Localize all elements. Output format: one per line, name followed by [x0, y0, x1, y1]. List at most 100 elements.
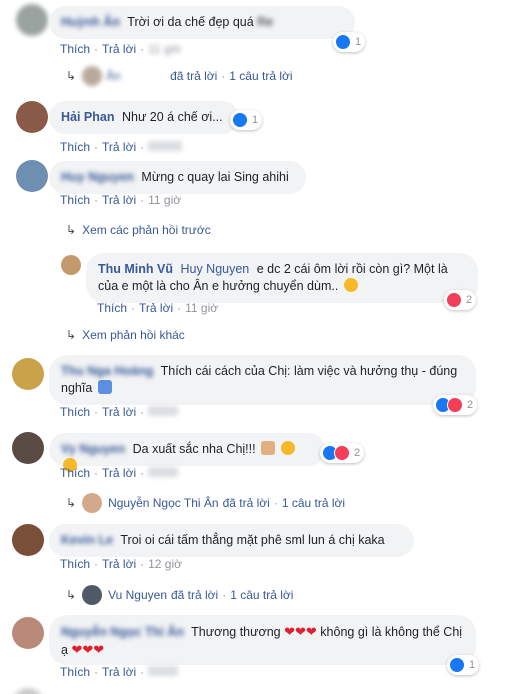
- reply-arrow-icon: ↳: [66, 69, 77, 83]
- reply-link[interactable]: Trả lời: [102, 193, 136, 207]
- like-link[interactable]: Thích: [60, 405, 90, 419]
- separator: ·: [221, 69, 226, 83]
- view-more-label[interactable]: Xem phản hồi khác: [82, 328, 185, 342]
- timestamp[interactable]: 11 giờ: [185, 301, 218, 315]
- reply-author[interactable]: Vu Nguyen: [108, 588, 167, 602]
- reaction-badge[interactable]: 2: [433, 395, 478, 415]
- heart-emoji-icon: ❤: [93, 642, 105, 657]
- view-previous-replies[interactable]: ↳ Xem các phản hồi trước: [66, 223, 211, 237]
- comment-author[interactable]: Vy Nguyen: [61, 442, 125, 456]
- reply-arrow-icon: ↳: [66, 588, 77, 602]
- comment-text: Da xuất sắc nha Chị!!!: [132, 442, 256, 456]
- reaction-badge[interactable]: 2: [444, 290, 477, 310]
- mention-link[interactable]: Huy Nguyen: [180, 262, 249, 276]
- reply-link[interactable]: Trả lời: [139, 301, 173, 315]
- replies-summary[interactable]: ↳ Vu Nguyen đã trả lời · 1 câu trả lời: [66, 585, 293, 605]
- reaction-badge[interactable]: 1: [333, 32, 366, 52]
- replies-summary[interactable]: ↳ Nguyễn Ngọc Thi Ân đã trả lời · 1 câu …: [66, 493, 345, 513]
- reaction-count: 2: [467, 399, 474, 411]
- reply-link[interactable]: Trả lời: [102, 405, 136, 419]
- timestamp[interactable]: [148, 406, 179, 416]
- view-more-replies[interactable]: ↳ Xem phản hồi khác: [66, 328, 185, 342]
- comment-text: Troi oi cái tấm thẳng mặt phê sml lun á …: [120, 533, 385, 547]
- comment-actions: Thích · Trả lời · 12 giờ: [60, 557, 182, 571]
- avatar[interactable]: [12, 432, 44, 464]
- timestamp[interactable]: 11 giờ: [148, 193, 181, 207]
- timestamp[interactable]: 11 giờ: [148, 42, 181, 56]
- reply-link[interactable]: Trả lời: [102, 466, 136, 480]
- avatar[interactable]: [16, 160, 48, 192]
- avatar[interactable]: [16, 4, 48, 36]
- reply-author[interactable]: Nguyễn Ngọc Thi Ân: [108, 496, 219, 510]
- reaction-count: 2: [466, 294, 473, 306]
- timestamp[interactable]: [148, 141, 183, 151]
- avatar: [82, 66, 103, 86]
- thumbs-up-emoji-icon: [261, 441, 276, 455]
- separator: ·: [94, 665, 99, 679]
- thumbs-up-emoji-icon: [97, 380, 112, 394]
- avatar[interactable]: [12, 524, 44, 556]
- reaction-badge[interactable]: 1: [230, 110, 263, 130]
- avatar: [82, 493, 103, 513]
- reply-arrow-icon: ↳: [66, 328, 77, 342]
- comment-actions: Thích · Trả lời ·: [60, 665, 179, 679]
- comment-actions: Thích · Trả lời · 11 giờ: [97, 301, 218, 315]
- separator: ·: [131, 301, 136, 315]
- comment-actions: Thích · Trả lời · 11 giờ: [60, 193, 181, 207]
- reaction-badge[interactable]: 2: [320, 443, 365, 463]
- avatar[interactable]: [61, 255, 81, 275]
- heart-emoji-icon: ❤: [295, 624, 306, 639]
- reaction-count: 1: [252, 114, 259, 126]
- reply-count[interactable]: 1 câu trả lời: [230, 588, 293, 602]
- reaction-count: 2: [354, 447, 361, 459]
- comment-actions: Thích · Trả lời · 11 giờ: [60, 42, 181, 56]
- avatar[interactable]: [12, 358, 44, 390]
- grinning-emoji-icon: [343, 278, 358, 292]
- separator: ·: [140, 557, 145, 571]
- reply-author[interactable]: Ân: [106, 69, 166, 83]
- like-link[interactable]: Thích: [97, 301, 127, 315]
- comment-author[interactable]: Thu Minh Vũ: [98, 262, 173, 276]
- comment-author[interactable]: Hải Phan: [61, 110, 115, 124]
- like-link[interactable]: Thích: [60, 140, 90, 154]
- comment-bubble: Huy Nguyen Mừng c quay lai Sing ahihi: [49, 161, 306, 194]
- reply-link[interactable]: Trả lời: [102, 665, 136, 679]
- avatar[interactable]: [16, 101, 48, 133]
- like-link[interactable]: Thích: [60, 466, 90, 480]
- comment-author[interactable]: Huỳnh Ân: [61, 15, 120, 29]
- comment-author[interactable]: Kevin Le: [61, 533, 113, 547]
- comment-bubble: Thu Minh Vũ Huy Nguyen e dc 2 cái ôm lời…: [86, 253, 478, 303]
- like-link[interactable]: Thích: [60, 193, 90, 207]
- love-reaction-icon: [446, 292, 462, 308]
- reaction-count: 1: [469, 659, 476, 671]
- like-link[interactable]: Thích: [60, 665, 90, 679]
- comment-author[interactable]: Thu Nga Hoàng: [61, 364, 153, 378]
- comment-text: Như 20 á chế ơi...: [121, 110, 223, 124]
- timestamp[interactable]: [148, 467, 179, 477]
- reply-count[interactable]: 1 câu trả lời: [229, 69, 292, 83]
- avatar[interactable]: [12, 617, 44, 649]
- reaction-badge[interactable]: 1: [447, 655, 480, 675]
- separator: ·: [94, 557, 99, 571]
- reply-link[interactable]: Trả lời: [102, 557, 136, 571]
- reply-link[interactable]: Trả lời: [102, 42, 136, 56]
- like-reaction-icon: [335, 34, 351, 50]
- timestamp[interactable]: [148, 666, 179, 676]
- reply-count[interactable]: 1 câu trả lời: [282, 496, 345, 510]
- like-link[interactable]: Thích: [60, 557, 90, 571]
- comment-author[interactable]: Nguyễn Ngọc Thi Ân: [61, 625, 184, 639]
- view-previous-label[interactable]: Xem các phản hồi trước: [82, 223, 211, 237]
- reply-link[interactable]: Trả lời: [102, 140, 136, 154]
- like-reaction-icon: [449, 657, 465, 673]
- replies-summary[interactable]: ↳ Ân đã trả lời · 1 câu trả lời: [66, 66, 293, 86]
- heart-eyes-emoji-icon: [280, 441, 295, 455]
- heart-emoji-icon: ❤: [284, 624, 295, 639]
- timestamp[interactable]: 12 giờ: [148, 557, 182, 571]
- avatar: [82, 585, 103, 605]
- comment-text: Mừng c quay lai Sing ahihi: [141, 170, 289, 184]
- reply-arrow-icon: ↳: [66, 223, 77, 237]
- love-reaction-icon: [334, 445, 350, 461]
- comment-bubble: Hải Phan Như 20 á chế ơi...: [49, 101, 239, 134]
- comment-author[interactable]: Huy Nguyen: [61, 170, 134, 184]
- like-link[interactable]: Thích: [60, 42, 90, 56]
